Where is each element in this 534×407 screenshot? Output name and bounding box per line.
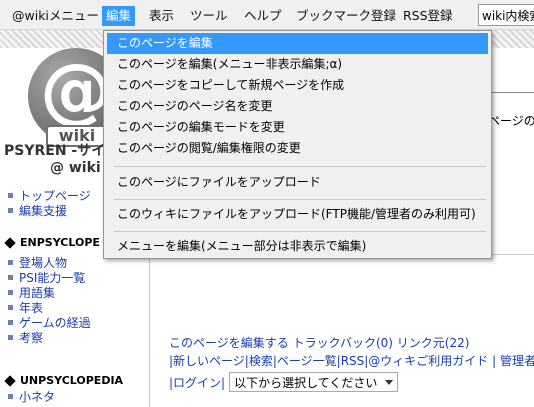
menu-edit-menu[interactable]: メニューを編集(メニュー部分は非表示で編集) <box>107 236 488 257</box>
sidebar-item-timeline[interactable]: 年表 <box>8 300 148 315</box>
menu-separator <box>114 166 486 167</box>
bullet-icon <box>8 320 13 325</box>
page-text-fragment: ページの <box>488 114 534 128</box>
sidebar-item-analysis[interactable]: 考察 <box>8 330 148 345</box>
bullet-icon <box>8 394 13 399</box>
wiki-search-input[interactable]: wiki内検索 <box>478 4 534 26</box>
site-nav-links[interactable]: |新しいページ|検索|ページ一覧|RSS|@ウィキご利用ガイド | 管理者 <box>169 352 534 369</box>
menu-item-tools[interactable]: ツール <box>186 6 232 26</box>
menu-copy-page[interactable]: このページをコピーして新規ページを作成 <box>107 75 488 96</box>
page-actions-links[interactable]: このページを編集する トラックバック(0) リンク元(22) <box>169 334 469 351</box>
bullet-icon <box>8 305 13 310</box>
menu-bar: @wikiメニュー 編集 表示 ツール ヘルプ ブックマーク登録 RSS登録 w… <box>0 0 534 30</box>
bullet-icon <box>8 290 13 295</box>
bullet-icon <box>8 275 13 280</box>
menu-separator <box>114 199 486 200</box>
menu-item-edit[interactable]: 編集 <box>102 6 136 26</box>
footer-login-row: |ログイン| 以下から選択してください <box>169 372 399 392</box>
menu-item-help[interactable]: ヘルプ <box>240 6 286 26</box>
sidebar-heading-unpsyclopedia: UNPSYCLOPEDIA <box>4 374 123 387</box>
sidebar-item-game-progress[interactable]: ゲームの経過 <box>8 315 148 330</box>
menu-item-bookmark[interactable]: ブックマーク登録 <box>292 6 400 26</box>
diamond-icon <box>4 236 16 249</box>
menu-rename-page[interactable]: このページのページ名を変更 <box>107 96 488 117</box>
sidebar-item-trivia[interactable]: 小ネタ <box>8 389 148 404</box>
site-title-suffix: @ wiki <box>50 160 101 176</box>
sidebar-item-glossary[interactable]: 用語集 <box>8 285 148 300</box>
sidebar-links-unpsyclopedia: 小ネタ <box>8 389 148 404</box>
menu-item-rss[interactable]: RSS登録 <box>399 6 457 26</box>
page-select[interactable]: 以下から選択してください <box>229 372 399 392</box>
menu-edit-page[interactable]: このページを編集 <box>107 33 488 54</box>
diamond-icon <box>4 374 16 387</box>
site-title: PSYREN -サイ <box>4 143 106 159</box>
bullet-icon <box>8 335 13 340</box>
bullet-icon <box>8 208 13 213</box>
menu-separator <box>114 231 486 232</box>
chevron-down-icon <box>385 379 394 385</box>
menu-upload-page-file[interactable]: このページにファイルをアップロード <box>107 172 488 193</box>
edit-dropdown-menu: このページを編集 このページを編集(メニュー非表示編集;α) このページをコピー… <box>103 30 492 259</box>
menu-change-edit-mode[interactable]: このページの編集モードを変更 <box>107 117 488 138</box>
menu-item-atwiki[interactable]: @wikiメニュー <box>8 6 103 26</box>
bullet-icon <box>8 193 13 198</box>
menu-item-view[interactable]: 表示 <box>145 6 178 26</box>
menu-upload-wiki-file[interactable]: このウィキにファイルをアップロード(FTP機能/管理者のみ利用可) <box>107 204 488 225</box>
bullet-icon <box>8 260 13 265</box>
sidebar-links-enpsyclopedia: 登場人物 PSI能力一覧 用語集 年表 ゲームの経過 考察 <box>8 255 148 345</box>
login-link[interactable]: |ログイン| <box>169 374 225 391</box>
sidebar-item-psi-list[interactable]: PSI能力一覧 <box>8 270 148 285</box>
menu-edit-page-hidden-menu[interactable]: このページを編集(メニュー非表示編集;α) <box>107 54 488 75</box>
sidebar-heading-enpsyclopedia: ENPSYCLOPE <box>4 236 100 249</box>
menu-change-permissions[interactable]: このページの閲覧/編集権限の変更 <box>107 138 488 159</box>
